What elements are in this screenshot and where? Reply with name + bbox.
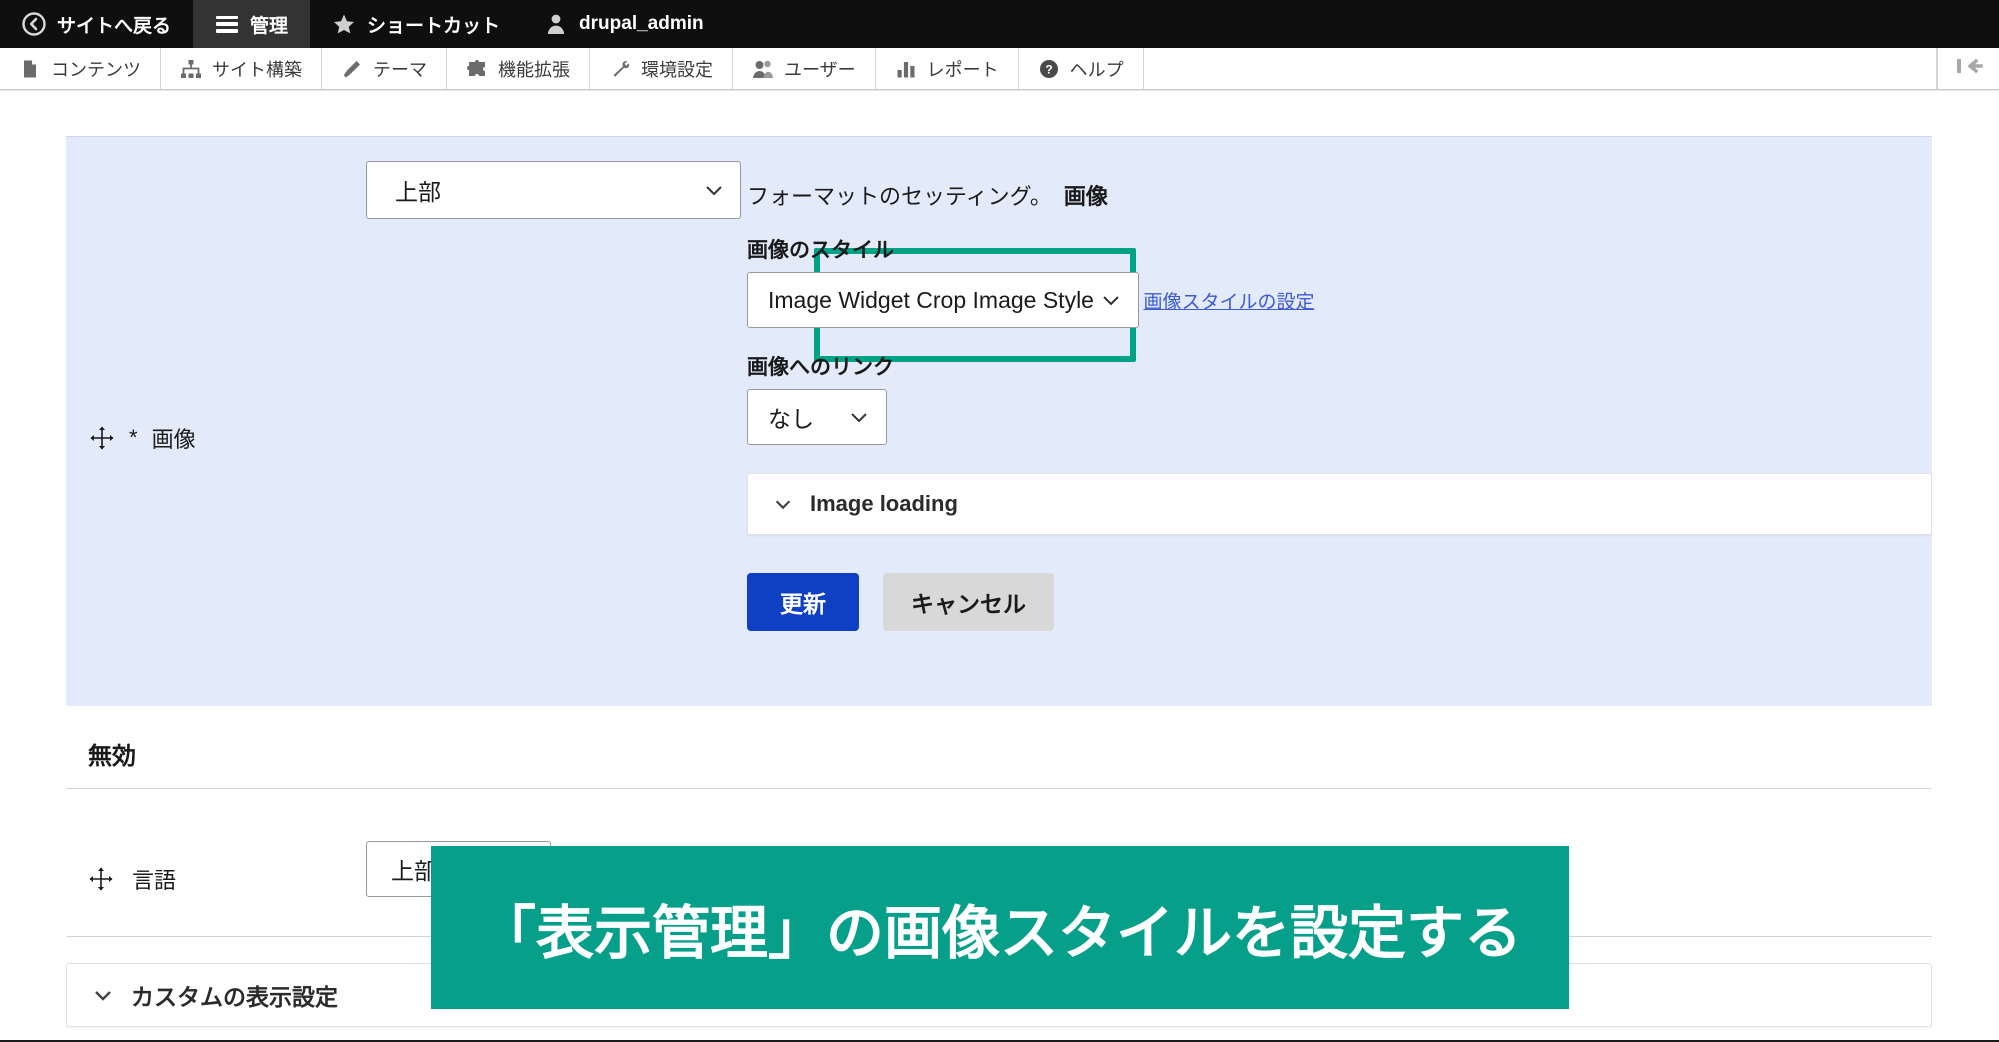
user-icon: [544, 12, 568, 36]
collapse-left-icon: [1954, 55, 1984, 82]
custom-display-settings-label: カスタムの表示設定: [131, 984, 338, 1010]
admin-menu-toolbar: コンテンツ サイト構築 テーマ 機能拡張 環境設定 ユーザー レポート ? ヘル…: [0, 48, 1999, 90]
document-icon: [19, 58, 41, 80]
drag-move-icon[interactable]: [89, 425, 115, 451]
toolbar-item-label: サイト構築: [212, 59, 302, 80]
admin-bar-item-manage[interactable]: 管理: [193, 0, 311, 48]
image-style-select[interactable]: Image Widget Crop Image Style: [747, 272, 1139, 328]
format-settings-prefix: フォーマットのセッティング。: [747, 184, 1052, 209]
toolbar-item-label: ヘルプ: [1069, 59, 1124, 80]
toolbar-item-label: 機能拡張: [498, 59, 570, 80]
field-label-image: * 画像: [89, 422, 196, 454]
region-select-image[interactable]: 上部: [366, 161, 741, 219]
region-select-wrapper: 上部: [366, 161, 741, 219]
puzzle-icon: [466, 58, 488, 80]
main-content: 上部 * 画像 フォーマットのセッティング。 画像 画像のスタイル Image …: [0, 91, 1999, 1042]
hamburger-icon: [215, 12, 239, 36]
chevron-down-icon: [772, 493, 794, 515]
wrench-icon: [609, 58, 631, 80]
field-row-image: 上部 * 画像 フォーマットのセッティング。 画像 画像のスタイル Image …: [66, 136, 1932, 706]
toolbar-item-people[interactable]: ユーザー: [733, 48, 876, 89]
annotation-banner: 「表示管理」の画像スタイルを設定する: [431, 846, 1569, 1009]
chevron-down-icon: [702, 178, 726, 202]
toolbar-item-label: テーマ: [373, 59, 427, 80]
format-settings-actions: 更新 キャンセル: [747, 573, 1932, 631]
image-link-label: 画像へのリンク: [747, 356, 894, 379]
image-link-select-value: なし: [768, 406, 814, 432]
image-style-select-value: Image Widget Crop Image Style: [768, 286, 1094, 313]
image-link-group: 画像へのリンク なし: [747, 351, 1932, 445]
drag-move-icon[interactable]: [88, 866, 114, 892]
admin-bar-label: サイトへ戻る: [57, 15, 172, 37]
bar-chart-icon: [895, 58, 917, 80]
toolbar-item-label: コンテンツ: [51, 59, 141, 80]
admin-bar-item-back-to-site[interactable]: サイトへ戻る: [0, 0, 193, 48]
image-style-group: 画像のスタイル Image Widget Crop Image Style 画像…: [747, 234, 1932, 328]
admin-toolbar: サイトへ戻る 管理 ショートカット drupal_admin: [0, 0, 1999, 48]
toolbar-item-label: レポート: [926, 59, 999, 80]
image-style-label: 画像のスタイル: [747, 239, 894, 262]
field-label-text: 言語: [132, 868, 177, 893]
admin-bar-item-user-account[interactable]: drupal_admin: [522, 0, 726, 48]
toolbar-spacer: [1144, 48, 1937, 89]
chevron-down-icon: [846, 404, 872, 430]
toolbar-item-help[interactable]: ? ヘルプ: [1019, 48, 1144, 89]
toolbar-item-configuration[interactable]: 環境設定: [590, 48, 733, 89]
admin-bar-label: ショートカット: [367, 15, 501, 37]
chevron-down-icon: [1098, 287, 1124, 313]
toolbar-collapse-button[interactable]: [1937, 48, 1999, 89]
toolbar-item-reports[interactable]: レポート: [876, 48, 1019, 89]
image-loading-details[interactable]: Image loading: [747, 473, 1932, 535]
admin-bar-item-shortcuts[interactable]: ショートカット: [310, 0, 522, 48]
toolbar-item-appearance[interactable]: テーマ: [322, 48, 447, 89]
admin-bar-label: 管理: [250, 15, 289, 37]
brush-icon: [341, 58, 363, 80]
region-select-value: 上部: [395, 179, 441, 205]
format-settings-column: フォーマットのセッティング。 画像 画像のスタイル Image Widget Cr…: [747, 137, 1932, 631]
people-icon: [752, 58, 774, 80]
toolbar-item-label: ユーザー: [784, 59, 856, 80]
divider: [66, 788, 1932, 789]
required-marker: *: [129, 425, 138, 450]
field-label-text: 画像: [151, 427, 196, 452]
image-style-config-link[interactable]: 画像スタイルの設定: [1143, 287, 1314, 314]
cancel-button[interactable]: キャンセル: [883, 573, 1054, 631]
admin-bar-label: drupal_admin: [579, 13, 704, 34]
format-settings-name: 画像: [1063, 184, 1108, 209]
svg-text:?: ?: [1045, 62, 1052, 76]
annotation-text: 「表示管理」の画像スタイルを設定する: [477, 900, 1522, 966]
star-icon: [332, 12, 356, 36]
toolbar-item-structure[interactable]: サイト構築: [161, 48, 322, 89]
disabled-section-heading: 無効: [88, 743, 136, 770]
update-button[interactable]: 更新: [747, 573, 859, 631]
toolbar-item-content[interactable]: コンテンツ: [0, 48, 161, 89]
sitemap-icon: [180, 58, 202, 80]
format-settings-title: フォーマットのセッティング。 画像: [747, 137, 1932, 211]
back-circle-icon: [22, 12, 46, 36]
image-loading-label: Image loading: [810, 491, 958, 516]
toolbar-item-label: 環境設定: [641, 59, 713, 80]
question-circle-icon: ?: [1038, 58, 1060, 80]
field-label-language: 言語: [88, 863, 176, 895]
toolbar-item-extend[interactable]: 機能拡張: [447, 48, 590, 89]
image-link-select[interactable]: なし: [747, 389, 887, 445]
chevron-down-icon: [91, 983, 115, 1007]
